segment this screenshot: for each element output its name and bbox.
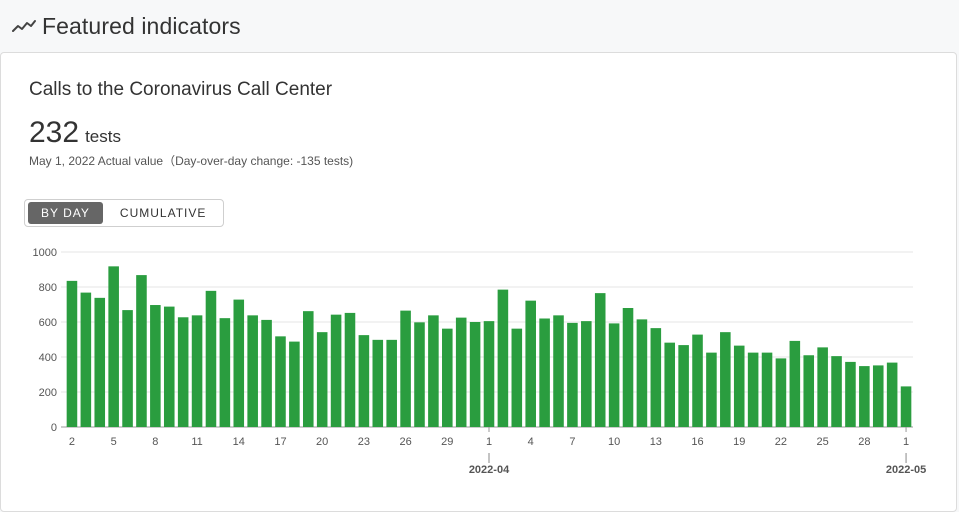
bar: [594, 293, 606, 427]
bar: [428, 315, 439, 427]
bar: [302, 311, 314, 427]
y-tick-label: 800: [39, 282, 57, 294]
section-header: Featured indicators: [0, 0, 959, 52]
bar: [372, 339, 384, 427]
indicator-card: Calls to the Coronavirus Call Center 232…: [0, 52, 957, 512]
x-tick-label: 25: [817, 436, 829, 448]
bar: [316, 332, 328, 427]
x-tick-label: 22: [775, 436, 787, 448]
bar: [483, 321, 495, 427]
bar: [581, 321, 592, 427]
bar: [622, 308, 634, 427]
bar: [678, 345, 689, 427]
bar: [191, 315, 203, 427]
x-tick-label: 13: [650, 436, 662, 448]
x-month-label: 2022-04: [469, 464, 510, 476]
bar: [720, 332, 731, 427]
bar: [400, 310, 411, 427]
bar: [205, 290, 217, 427]
bar: [733, 345, 745, 427]
bar: [414, 322, 425, 427]
bar: [122, 310, 133, 427]
x-tick-label: 14: [233, 436, 245, 448]
x-tick-label: 5: [111, 436, 117, 448]
bar: [845, 361, 856, 427]
bar: [94, 297, 106, 427]
bar: [386, 339, 397, 427]
daily-bar-chart: 020040060080010002 5 8 11 14 17 20 23 26 29 1 4 7 10 1…: [33, 247, 927, 476]
x-tick-label: 4: [528, 436, 534, 448]
bar: [900, 386, 912, 427]
x-tick-label: 19: [733, 436, 745, 448]
bar: [650, 328, 662, 427]
x-tick-label: 1: [903, 436, 909, 448]
trend-line-icon: [12, 20, 36, 32]
y-tick-label: 600: [39, 317, 57, 329]
bar: [817, 347, 828, 427]
x-tick-label: 11: [191, 436, 202, 448]
y-tick-label: 200: [39, 387, 57, 399]
x-month-label: 2022-05: [886, 464, 926, 476]
bar: [706, 352, 717, 427]
x-tick-label: 1: [486, 436, 492, 448]
x-tick-label: 7: [569, 436, 575, 448]
bar: [344, 312, 356, 427]
bar: [553, 315, 564, 427]
section-title: Featured indicators: [42, 13, 241, 39]
bar: [664, 342, 676, 427]
y-tick-label: 400: [39, 352, 57, 364]
bar: [886, 362, 898, 427]
bar: [150, 305, 161, 427]
bar: [789, 340, 801, 427]
bar: [247, 315, 258, 427]
bar: [108, 266, 119, 427]
bar: [692, 334, 703, 427]
bar: [219, 318, 231, 427]
bar: [233, 299, 245, 427]
bar: [261, 319, 272, 427]
bar: [163, 306, 175, 427]
bar: [289, 341, 300, 427]
bar: [775, 358, 787, 427]
bar: [66, 280, 78, 427]
x-tick-label: 16: [691, 436, 703, 448]
x-tick-label: 29: [441, 436, 453, 448]
x-tick-label: 10: [608, 436, 620, 448]
x-tick-label: 23: [358, 436, 370, 448]
bar: [567, 322, 578, 427]
bar: [455, 317, 467, 427]
y-tick-label: 1000: [33, 247, 57, 259]
bar: [275, 336, 286, 427]
x-tick-label: 26: [399, 436, 411, 448]
bar: [859, 366, 870, 427]
bar: [608, 323, 620, 427]
bar: [747, 352, 759, 427]
bar: [358, 335, 370, 427]
bar: [497, 289, 509, 427]
bar: [831, 356, 842, 427]
bar: [636, 319, 648, 427]
bar: [803, 355, 815, 427]
bar: [511, 328, 523, 427]
bar: [761, 352, 773, 427]
y-tick-label: 0: [51, 422, 57, 434]
bar: [136, 275, 147, 427]
x-tick-label: 17: [274, 436, 286, 448]
x-tick-label: 2: [69, 436, 75, 448]
x-tick-label: 8: [152, 436, 158, 448]
bar: [177, 317, 189, 427]
bar: [330, 314, 342, 427]
bar: [80, 292, 92, 427]
bar: [469, 322, 481, 427]
bar: [525, 300, 536, 427]
bar: [539, 318, 550, 427]
x-tick-label: 28: [858, 436, 870, 448]
bar: [442, 328, 453, 427]
bar: [872, 365, 884, 427]
x-tick-label: 20: [316, 436, 328, 448]
